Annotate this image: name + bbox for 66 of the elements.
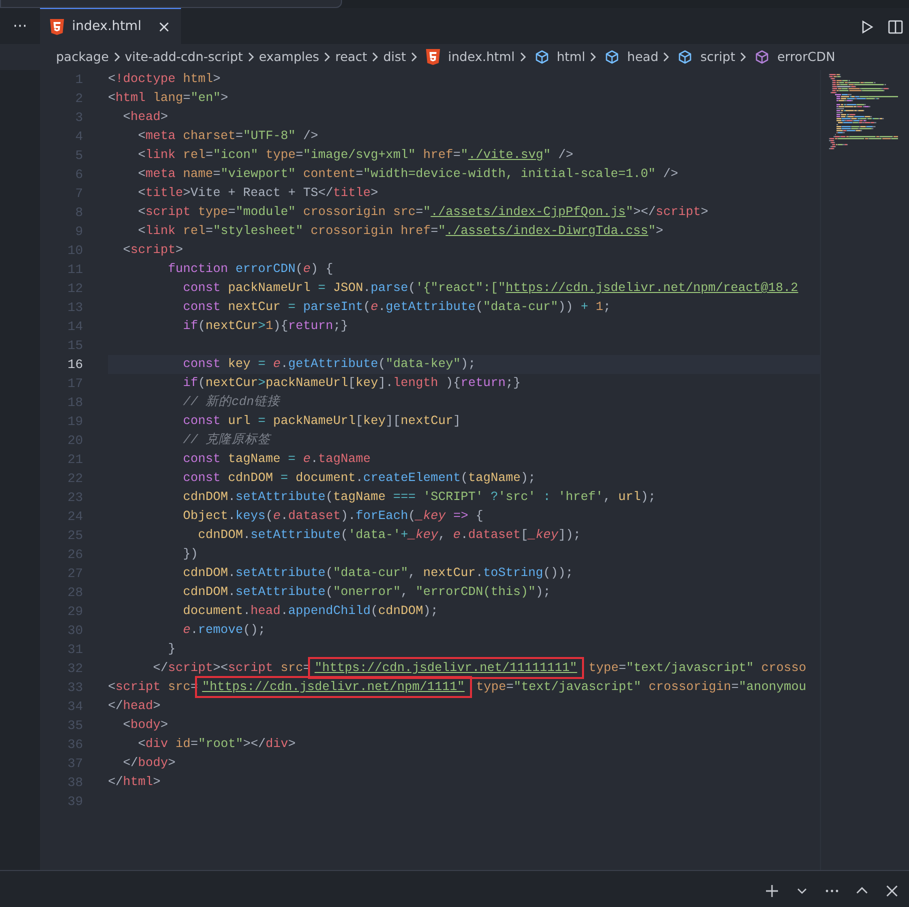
- code-line: </body>: [122, 755, 176, 772]
- code-line: </head>: [108, 698, 161, 715]
- code-line: if(nextCur>packNameUrl[key].length ){return;}: [182, 375, 521, 392]
- breadcrumb-item[interactable]: head: [627, 48, 658, 66]
- code-line: Object.keys(e.dataset).forEach(_key => {: [182, 508, 484, 525]
- breadcrumb-item[interactable]: vite-add-cdn-script: [124, 48, 243, 66]
- code-line: <!doctype html>: [108, 71, 221, 88]
- code-line: }: [167, 641, 176, 658]
- code-line: <script>: [122, 242, 184, 259]
- breadcrumb-item[interactable]: dist: [383, 48, 406, 66]
- chevron-right-icon: [112, 52, 121, 62]
- cube-icon: [534, 50, 549, 64]
- cube-icon: [755, 50, 770, 64]
- breadcrumb-item[interactable]: index.html: [448, 48, 515, 66]
- code-line: <link rel="stylesheet" crossorigin href="./assets/index-DiwrgTda.css">: [137, 223, 664, 240]
- code-line: cdnDOM.setAttribute(tagName === 'SCRIPT' ?'src' : 'href', url);: [182, 489, 656, 506]
- html-file-icon: [426, 49, 440, 65]
- code-line: const url = packNameUrl[key][nextCur]: [182, 413, 461, 430]
- chevron-right-icon: [323, 52, 332, 62]
- chevron-right-icon: [518, 52, 527, 62]
- close-button[interactable]: ×: [157, 14, 171, 38]
- tab-label: index.html: [72, 18, 142, 36]
- breadcrumb-item[interactable]: errorCDN: [777, 48, 836, 66]
- breadcrumb-item[interactable]: script: [700, 48, 736, 66]
- chevron-right-icon: [410, 52, 418, 62]
- code-line: // 新的cdn链接: [182, 394, 280, 411]
- code-line: document.head.appendChild(cdnDOM);: [182, 603, 438, 620]
- code-line: <meta name="viewport" content="width=device-width, initial-scale=1.0" />: [137, 166, 678, 183]
- line-number: 16: [66, 356, 84, 374]
- chevron-right-icon: [739, 52, 748, 62]
- code-line: <script type="module" crossorigin src="./assets/index-CjpPfQon.js"></script>: [137, 204, 708, 221]
- code-line: cdnDOM.setAttribute("data-cur", nextCur.toString());: [182, 565, 574, 582]
- chevron-right-icon: [246, 52, 255, 62]
- code-line: const key = e.getAttribute("data-key");: [182, 356, 476, 373]
- code-line: const cdnDOM = document.createElement(tagName);: [182, 470, 536, 487]
- cube-icon: [605, 50, 620, 64]
- code-line: </html>: [108, 774, 161, 791]
- chevron-right-icon: [371, 52, 380, 62]
- code-line: cdnDOM.setAttribute('data-'+_key, e.dataset[_key]);: [197, 527, 581, 544]
- code-line: if(nextCur>1){return;}: [182, 318, 348, 335]
- code-line: <html lang="en">: [108, 90, 228, 107]
- cube-icon: [678, 50, 692, 64]
- code-line: const nextCur = parseInt(e.getAttribute("data-cur")) + 1;: [182, 299, 611, 316]
- code-line: // 克隆原标签: [182, 432, 271, 449]
- code-line: function errorCDN(e) {: [167, 261, 334, 278]
- code-line: cdnDOM.setAttribute("onerror", "errorCDN(this)");: [182, 584, 551, 601]
- breadcrumb-item[interactable]: html: [556, 48, 586, 66]
- more-button[interactable]: ···: [0, 8, 40, 44]
- code-line: }): [182, 546, 198, 563]
- code-line: <head>: [122, 109, 168, 126]
- code-line: e.remove();: [182, 622, 266, 639]
- code-line: <title>Vite + React + TS</title>: [137, 185, 378, 202]
- code-line: <link rel="icon" type="image/svg+xml" href="./vite.svg" />: [137, 147, 574, 164]
- chevron-right-icon: [662, 52, 670, 62]
- breadcrumb-item[interactable]: package: [56, 48, 109, 66]
- breadcrumb-item[interactable]: examples: [258, 48, 320, 66]
- breadcrumb-item[interactable]: react: [335, 48, 368, 66]
- code-line: <body>: [122, 717, 168, 734]
- chevron-right-icon: [589, 52, 598, 62]
- minimap-drawing[interactable]: [829, 74, 901, 150]
- code-line: <div id="root"></div>: [137, 736, 296, 753]
- editor-tab[interactable]: index.html ×: [40, 8, 181, 44]
- code-line: const packNameUrl = JSON.parse('{"react":["https://cdn.jsdelivr.net/npm/react@18.2: [182, 280, 798, 297]
- code-line: const tagName = e.tagName: [182, 451, 371, 468]
- code-line: <meta charset="UTF-8" />: [137, 128, 318, 145]
- html-file-icon: [50, 18, 64, 34]
